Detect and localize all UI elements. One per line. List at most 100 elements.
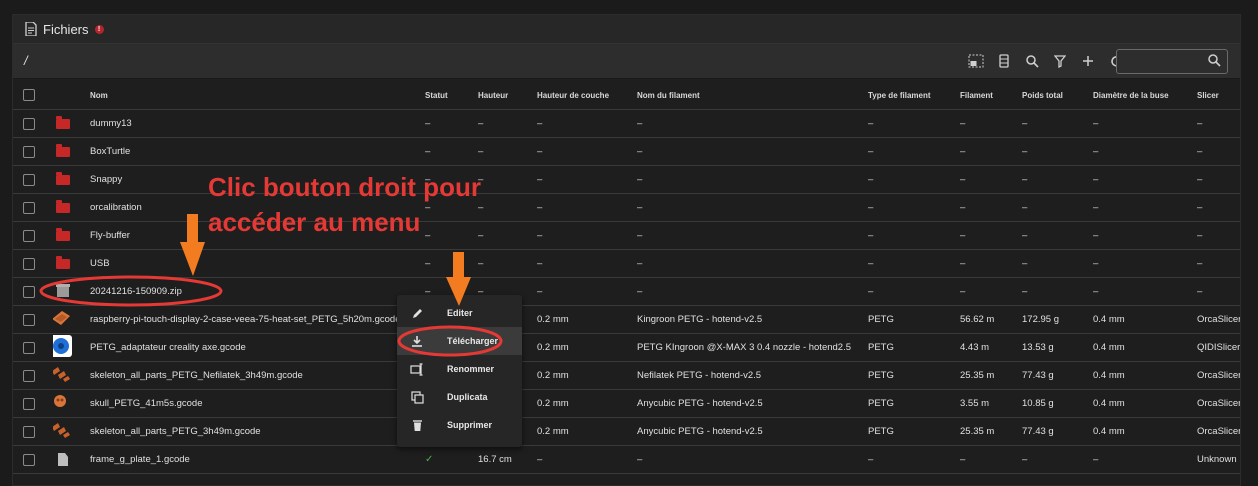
table-row[interactable]: skull_PETG_41m5s.gcode 0.2 mm Anycubic PET… bbox=[13, 389, 1240, 418]
column-header[interactable]: Nom du filament bbox=[637, 81, 868, 110]
row-checkbox[interactable] bbox=[23, 145, 35, 158]
cell-filament-type: – bbox=[868, 193, 960, 222]
row-select bbox=[13, 277, 53, 306]
table-row[interactable]: dummy13– – – – – – – – – bbox=[13, 109, 1240, 138]
column-header[interactable]: Hauteur de couche bbox=[537, 81, 637, 110]
row-checkbox[interactable] bbox=[23, 201, 35, 214]
cell-weight: – bbox=[1022, 445, 1093, 474]
menu-item-rename[interactable]: Renommer bbox=[397, 355, 522, 383]
cell-name[interactable]: skeleton_all_parts_PETG_3h49m.gcode bbox=[90, 417, 425, 446]
row-checkbox[interactable] bbox=[23, 117, 35, 130]
column-header[interactable]: Poids total bbox=[1022, 81, 1093, 110]
folder-icon bbox=[56, 143, 70, 157]
table-row[interactable]: PETG_adaptateur creality axe.gcode 0.2 mm… bbox=[13, 333, 1240, 362]
cell-nozzle: 0.4 mm bbox=[1093, 417, 1197, 446]
cell-name[interactable]: skeleton_all_parts_PETG_Nefilatek_3h49m.… bbox=[90, 361, 425, 390]
cell-height: – bbox=[478, 109, 537, 138]
menu-item-delete[interactable]: Supprimer bbox=[397, 411, 522, 439]
cell-name[interactable]: PETG_adaptateur creality axe.gcode bbox=[90, 333, 425, 362]
cell-status: – bbox=[425, 221, 478, 250]
row-select bbox=[13, 417, 53, 446]
table-row[interactable]: skeleton_all_parts_PETG_Nefilatek_3h49m.… bbox=[13, 361, 1240, 390]
row-checkbox[interactable] bbox=[23, 369, 35, 382]
folder-icon bbox=[56, 199, 70, 213]
cell-filament: 3.55 m bbox=[960, 389, 1022, 418]
row-checkbox[interactable] bbox=[23, 285, 35, 298]
upload-icon[interactable] bbox=[962, 44, 990, 78]
cell-filament-name: Nefilatek PETG - hotend-v2.5 bbox=[637, 361, 868, 390]
cell-height: – bbox=[478, 249, 537, 278]
cell-filament: 4.43 m bbox=[960, 333, 1022, 362]
column-header[interactable]: Nom bbox=[90, 81, 425, 110]
search-icon[interactable] bbox=[1208, 54, 1221, 67]
menu-item-label: Télécharger bbox=[447, 336, 499, 346]
select-all-checkbox[interactable] bbox=[23, 89, 35, 101]
columns-icon[interactable] bbox=[990, 44, 1018, 78]
menu-item-duplicate[interactable]: Duplicata bbox=[397, 383, 522, 411]
table-row[interactable]: Fly-buffer – – – – – – – – – bbox=[13, 221, 1240, 250]
table-row[interactable]: Snappy – – – – – – – – – bbox=[13, 165, 1240, 194]
cell-filament-name: – bbox=[637, 445, 868, 474]
cell-name[interactable]: skull_PETG_41m5s.gcode bbox=[90, 389, 425, 418]
row-thumb bbox=[53, 277, 90, 306]
cell-nozzle: – bbox=[1093, 137, 1197, 166]
column-header[interactable]: Filament bbox=[960, 81, 1022, 110]
cell-name[interactable]: BoxTurtle bbox=[90, 137, 425, 166]
cell-name[interactable]: USB bbox=[90, 249, 425, 278]
column-header[interactable]: Diamètre de la buse bbox=[1093, 81, 1197, 110]
menu-item-download[interactable]: Télécharger bbox=[397, 327, 522, 355]
cell-filament: – bbox=[960, 445, 1022, 474]
cell-filament: – bbox=[960, 277, 1022, 306]
row-checkbox[interactable] bbox=[23, 173, 35, 186]
table-row[interactable]: skeleton_all_parts_PETG_3h49m.gcode 0.2 m… bbox=[13, 417, 1240, 446]
cell-status: – bbox=[425, 109, 478, 138]
search-input[interactable] bbox=[1117, 50, 1209, 71]
cell-name[interactable]: frame_g_plate_1.gcode bbox=[90, 445, 425, 474]
row-checkbox[interactable] bbox=[23, 313, 35, 326]
cell-name[interactable]: raspberry-pi-touch-display-2-case-veea-7… bbox=[90, 305, 425, 334]
row-checkbox[interactable] bbox=[23, 257, 35, 270]
table-row[interactable]: 20241216-150909.zip – – – – – – – – – bbox=[13, 277, 1240, 306]
cell-layer-height: 0.2 mm bbox=[537, 417, 637, 446]
column-header[interactable]: Statut bbox=[425, 81, 478, 110]
row-select bbox=[13, 445, 53, 474]
plus-icon[interactable] bbox=[1074, 44, 1102, 78]
cell-weight: – bbox=[1022, 193, 1093, 222]
copy-icon bbox=[410, 390, 424, 404]
cell-filament-type: PETG bbox=[868, 361, 960, 390]
menu-item-edit[interactable]: Editer bbox=[397, 299, 522, 327]
row-thumb bbox=[53, 249, 90, 278]
row-thumb bbox=[53, 389, 90, 418]
column-header[interactable]: Slicer bbox=[1197, 81, 1240, 110]
alert-badge[interactable]: ! bbox=[94, 24, 104, 34]
cell-filament-type: – bbox=[868, 277, 960, 306]
cell-filament-name: Anycubic PETG - hotend-v2.5 bbox=[637, 417, 868, 446]
table-row[interactable]: frame_g_plate_1.gcode ✓ 16.7 cm – – – – – – Unkno… bbox=[13, 445, 1240, 474]
column-header[interactable]: Hauteur bbox=[478, 81, 537, 110]
row-checkbox[interactable] bbox=[23, 425, 35, 438]
row-checkbox[interactable] bbox=[23, 229, 35, 242]
cell-slicer: – bbox=[1197, 277, 1240, 306]
thumbnail-icon bbox=[53, 367, 72, 388]
cell-height: – bbox=[478, 137, 537, 166]
cell-filament: – bbox=[960, 221, 1022, 250]
row-checkbox[interactable] bbox=[23, 341, 35, 354]
search-field[interactable] bbox=[1116, 49, 1228, 74]
search-icon[interactable] bbox=[1018, 44, 1046, 78]
cell-layer-height: 0.2 mm bbox=[537, 361, 637, 390]
annotation-line-2: accéder au menu bbox=[208, 207, 421, 237]
thumbnail-icon bbox=[53, 423, 72, 444]
files-panel: Fichiers ! / Nom Statut Hauteur Hauteur … bbox=[12, 14, 1241, 486]
filter-icon[interactable] bbox=[1046, 44, 1074, 78]
cell-status: – bbox=[425, 137, 478, 166]
table-row[interactable]: orcalibration – – – – – – – – – bbox=[13, 193, 1240, 222]
table-row[interactable]: USB – – – – – – – – – bbox=[13, 249, 1240, 278]
row-checkbox[interactable] bbox=[23, 397, 35, 410]
table-row[interactable]: raspberry-pi-touch-display-2-case-veea-7… bbox=[13, 305, 1240, 334]
row-checkbox[interactable] bbox=[23, 453, 35, 466]
cell-filament: 56.62 m bbox=[960, 305, 1022, 334]
table-row[interactable]: BoxTurtle – – – – – – – – – bbox=[13, 137, 1240, 166]
column-header[interactable]: Type de filament bbox=[868, 81, 960, 110]
cell-name[interactable]: dummy13 bbox=[90, 109, 425, 138]
cell-name[interactable]: 20241216-150909.zip bbox=[90, 277, 425, 306]
